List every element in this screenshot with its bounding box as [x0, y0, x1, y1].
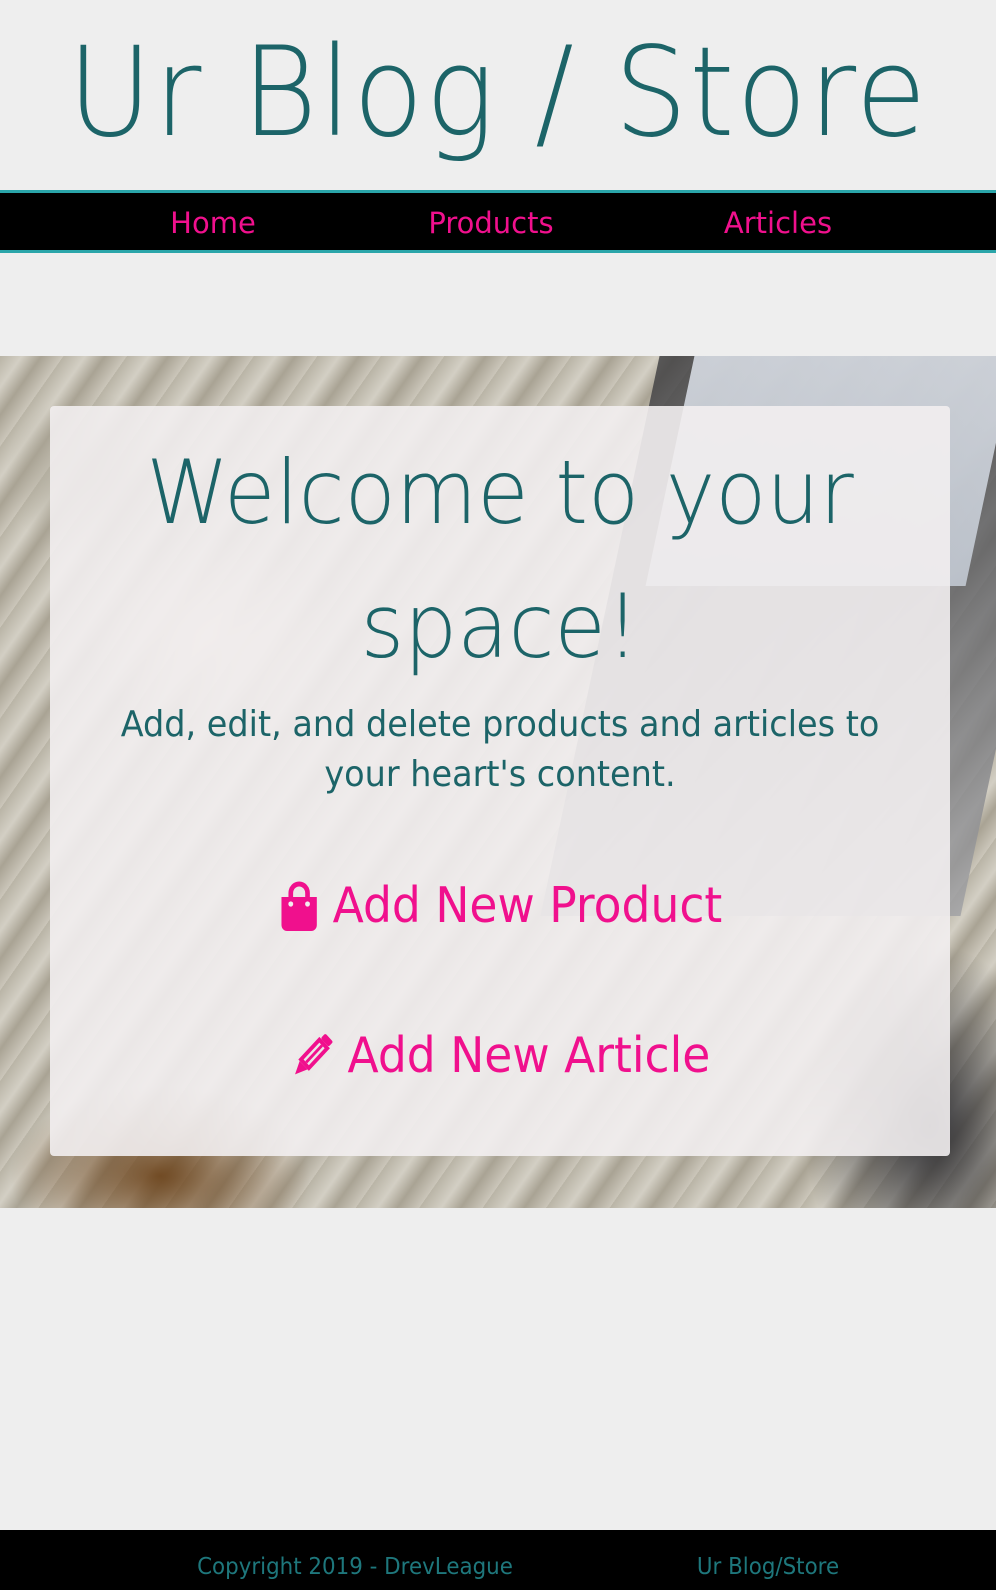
footer-copyright: Copyright 2019 - DrevLeague: [197, 1554, 513, 1580]
shopping-bag-icon: [278, 881, 319, 931]
add-new-product-label: Add New Product: [332, 877, 722, 934]
nav-link-products[interactable]: Products: [428, 206, 553, 240]
nav-link-home[interactable]: Home: [170, 206, 256, 240]
hero-banner: Welcome to your space! Add, edit, and de…: [0, 356, 996, 1208]
welcome-card: Welcome to your space! Add, edit, and de…: [50, 406, 950, 1156]
main-navbar: Home Products Articles: [0, 190, 996, 253]
add-new-article-label: Add New Article: [347, 1027, 711, 1084]
add-new-product-link[interactable]: Add New Product: [50, 876, 950, 945]
site-title: Ur Blog / Store: [67, 21, 929, 165]
site-footer: Copyright 2019 - DrevLeague Ur Blog/Stor…: [0, 1530, 996, 1590]
pencil-icon: [290, 1032, 335, 1080]
welcome-heading: Welcome to your space!: [146, 441, 854, 678]
add-new-article-link[interactable]: Add New Article: [50, 1026, 950, 1094]
welcome-description: Add, edit, and delete products and artic…: [120, 704, 880, 795]
footer-brand: Ur Blog/Store: [696, 1554, 840, 1580]
nav-link-articles[interactable]: Articles: [724, 206, 832, 240]
site-header: Ur Blog / Store: [0, 0, 996, 190]
